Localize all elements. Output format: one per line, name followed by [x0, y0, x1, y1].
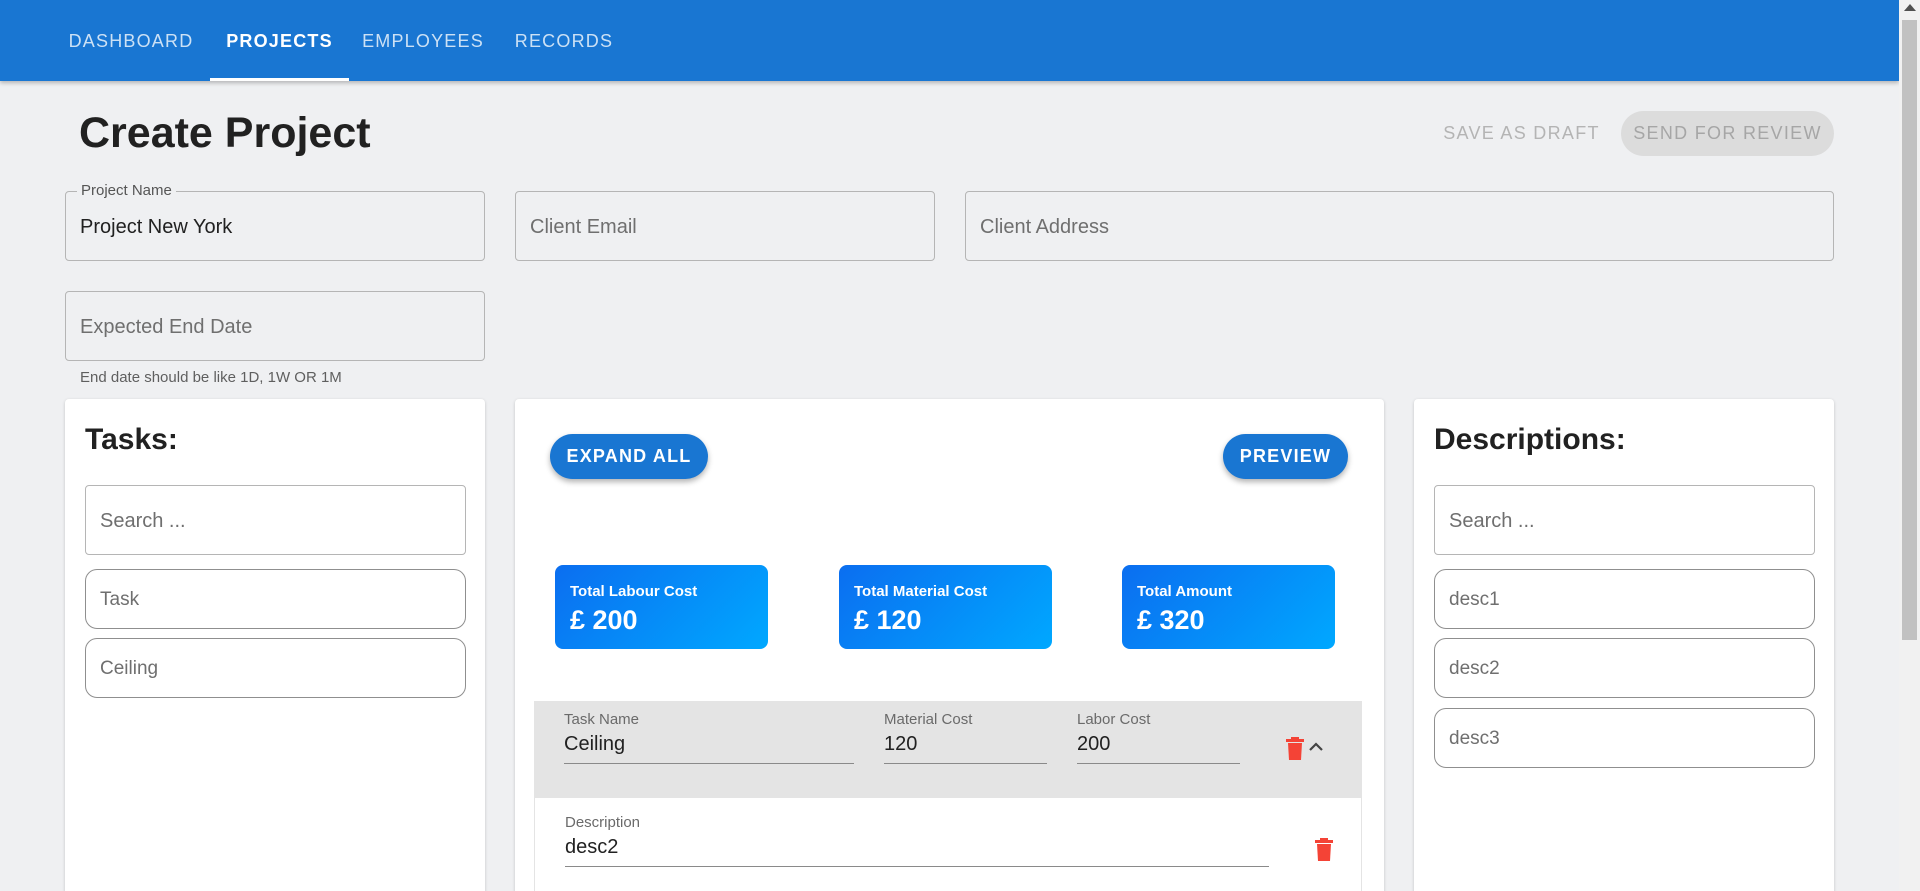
description-item[interactable]: desc1 [1434, 569, 1815, 629]
labor-cost-label: Labor Cost [1077, 711, 1151, 728]
scroll-up-arrow-icon[interactable] [1904, 4, 1916, 11]
task-description-row: Description desc2 [534, 798, 1362, 891]
client-email-field[interactable]: Client Email [515, 191, 935, 261]
labor-cost-field[interactable]: Labor Cost 200 [1077, 711, 1240, 764]
description-item[interactable]: desc3 [1434, 708, 1815, 768]
description-item-label: desc1 [1449, 589, 1500, 610]
task-name-field[interactable]: Task Name Ceiling [564, 711, 854, 764]
description-item[interactable]: desc2 [1434, 638, 1815, 698]
task-item-label: Task [100, 589, 140, 610]
project-name-label: Project Name [77, 182, 176, 199]
client-address-field[interactable]: Client Address [965, 191, 1834, 261]
task-name-label: Task Name [564, 711, 640, 728]
material-cost-value: 120 [884, 733, 1047, 764]
material-cost-field[interactable]: Material Cost 120 [884, 711, 1047, 764]
descriptions-title: Descriptions: [1434, 423, 1626, 456]
stat-amount: £ 120 [854, 605, 922, 635]
task-item[interactable]: Task [85, 569, 466, 629]
task-item[interactable]: Ceiling [85, 638, 466, 698]
total-labour-cost-card: Total Labour Cost £ 200 [555, 565, 768, 649]
preview-button[interactable]: PREVIEW [1223, 434, 1348, 479]
save-as-draft-button[interactable]: SAVE AS DRAFT [1430, 111, 1613, 156]
end-date-placeholder: Expected End Date [80, 316, 253, 338]
description-field[interactable]: Description desc2 [565, 814, 1269, 867]
page-scrollbar[interactable] [1899, 0, 1920, 891]
project-name-field[interactable]: Project Name Project New York [65, 182, 485, 261]
end-date-helper-text: End date should be like 1D, 1W OR 1M [80, 369, 342, 386]
tasks-title: Tasks: [85, 423, 178, 456]
active-tab-indicator [210, 78, 349, 81]
labor-cost-value: 200 [1077, 733, 1240, 764]
description-value: desc2 [565, 836, 1269, 867]
descriptions-search-placeholder: Search ... [1449, 510, 1535, 532]
stat-label: Total Material Cost [854, 583, 988, 600]
project-name-value: Project New York [80, 216, 233, 238]
tasks-search-placeholder: Search ... [100, 510, 186, 532]
total-material-cost-card: Total Material Cost £ 120 [839, 565, 1052, 649]
stat-label: Total Amount [1137, 583, 1232, 600]
tab-dashboard[interactable]: DASHBOARD [55, 0, 207, 81]
stat-label: Total Labour Cost [570, 583, 698, 600]
delete-task-trash-icon[interactable] [1285, 737, 1305, 761]
description-label: Description [565, 814, 641, 831]
client-address-placeholder: Client Address [980, 216, 1109, 238]
expected-end-date-field[interactable]: Expected End Date [65, 291, 485, 361]
send-for-review-button[interactable]: SEND FOR REVIEW [1621, 111, 1834, 156]
task-accordion-header[interactable]: Task Name Ceiling Material Cost 120 Labo… [534, 701, 1362, 798]
total-amount-card: Total Amount £ 320 [1122, 565, 1335, 649]
task-item-label: Ceiling [100, 658, 159, 679]
stat-amount: £ 200 [570, 605, 638, 635]
scroll-thumb[interactable] [1902, 20, 1917, 640]
descriptions-search-input[interactable]: Search ... [1434, 485, 1815, 555]
expand-all-button[interactable]: EXPAND ALL [550, 434, 708, 479]
delete-description-trash-icon[interactable] [1314, 838, 1334, 862]
app-bar: DASHBOARD PROJECTS EMPLOYEES RECORDS [0, 0, 1899, 81]
page-title: Create Project [79, 109, 371, 157]
tab-records[interactable]: RECORDS [497, 0, 631, 81]
description-item-label: desc3 [1449, 728, 1500, 749]
project-builder-panel: EXPAND ALL PREVIEW Total Labour Cost £ 2… [515, 399, 1384, 891]
descriptions-panel: Descriptions: Search ... desc1 desc2 des… [1414, 399, 1834, 891]
tasks-search-input[interactable]: Search ... [85, 485, 466, 555]
task-name-value: Ceiling [564, 733, 854, 764]
tasks-panel: Tasks: Search ... Task Ceiling [65, 399, 485, 891]
description-item-label: desc2 [1449, 658, 1500, 679]
tab-projects[interactable]: PROJECTS [210, 0, 349, 81]
client-email-placeholder: Client Email [530, 216, 637, 238]
stat-amount: £ 320 [1137, 605, 1205, 635]
tab-employees[interactable]: EMPLOYEES [352, 0, 494, 81]
material-cost-label: Material Cost [884, 711, 973, 728]
collapse-chevron-up-icon[interactable] [1308, 741, 1324, 753]
